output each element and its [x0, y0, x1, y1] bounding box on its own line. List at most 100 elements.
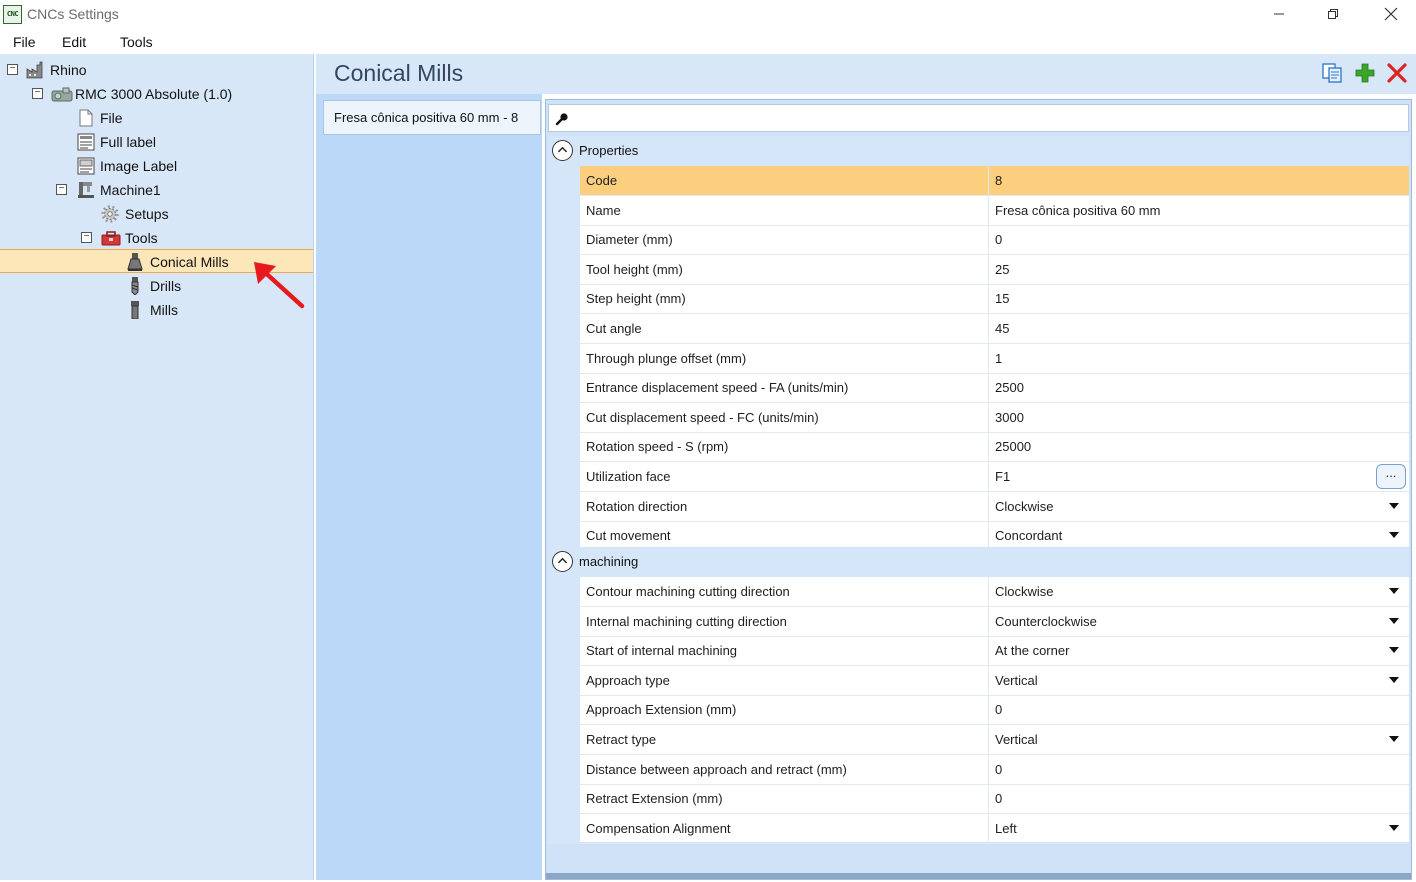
tree-item-full-label[interactable]: Full label: [0, 130, 300, 154]
property-row[interactable]: Entrance displacement speed - FA (units/…: [548, 373, 1409, 404]
property-value[interactable]: 3000: [989, 403, 1409, 433]
dropdown-arrow-icon[interactable]: [1389, 647, 1399, 654]
property-value[interactable]: At the corner: [989, 636, 1409, 667]
row-gutter: [548, 314, 580, 344]
property-row[interactable]: Rotation speed - S (rpm) 25000: [548, 432, 1409, 463]
page-title: Conical Mills: [334, 60, 464, 86]
collapse-icon[interactable]: −: [32, 88, 43, 99]
property-row[interactable]: Utilization face F1...: [548, 462, 1409, 492]
dropdown-arrow-icon[interactable]: [1389, 588, 1399, 594]
property-value[interactable]: Counterclockwise: [989, 607, 1409, 637]
property-value[interactable]: 1: [989, 344, 1409, 374]
menu-edit[interactable]: Edit: [62, 34, 86, 50]
property-value[interactable]: 25: [989, 255, 1409, 285]
tree-item-machine1[interactable]: − Machine1: [0, 178, 300, 202]
tree-item-file[interactable]: File: [0, 106, 300, 130]
property-value[interactable]: 0: [989, 755, 1409, 785]
dropdown-arrow-icon[interactable]: [1389, 532, 1399, 539]
property-value[interactable]: Vertical: [989, 725, 1409, 755]
property-value[interactable]: Clockwise: [989, 492, 1409, 522]
property-value[interactable]: 25000: [989, 432, 1409, 463]
menu-file[interactable]: File: [13, 34, 36, 50]
property-row[interactable]: Rotation direction Clockwise: [548, 491, 1409, 522]
property-value-text: F1: [995, 469, 1011, 484]
delete-icon[interactable]: [1385, 62, 1409, 84]
tree-item-rhino[interactable]: − Rhino: [0, 58, 300, 82]
property-value-text: 25000: [995, 439, 1032, 455]
row-gutter: [548, 754, 580, 785]
property-row[interactable]: Approach type Vertical: [548, 665, 1409, 696]
property-row[interactable]: Compensation Alignment Left: [548, 813, 1409, 844]
collapse-icon[interactable]: −: [81, 232, 92, 243]
property-value[interactable]: Left: [989, 814, 1409, 844]
category-properties[interactable]: Properties: [548, 136, 1409, 166]
dropdown-arrow-icon[interactable]: [1389, 736, 1399, 742]
property-name: Contour machining cutting direction: [580, 577, 989, 607]
property-name: Step height (mm): [580, 284, 989, 315]
annotation-arrow-icon: [254, 262, 305, 309]
property-row[interactable]: Distance between approach and retract (m…: [548, 754, 1409, 785]
ellipsis-button[interactable]: ...: [1376, 464, 1406, 489]
collapse-category-icon[interactable]: [552, 140, 573, 161]
collapse-icon[interactable]: −: [56, 184, 67, 195]
property-row[interactable]: Tool height (mm) 25: [548, 254, 1409, 285]
toolbox-icon: [101, 231, 121, 246]
property-value[interactable]: 0: [989, 784, 1409, 815]
tree-label-rmc: RMC 3000 Absolute (1.0): [75, 86, 233, 102]
property-name: Internal machining cutting direction: [580, 606, 989, 637]
property-row[interactable]: Retract Extension (mm) 0: [548, 784, 1409, 815]
tree-label-conical-mills: Conical Mills: [150, 254, 229, 270]
property-value[interactable]: F1...: [989, 462, 1409, 492]
add-icon[interactable]: [1353, 62, 1377, 84]
property-value[interactable]: 8: [989, 166, 1409, 196]
property-value-text: 1: [995, 350, 1003, 366]
factory-icon: [26, 61, 43, 79]
row-gutter: [548, 166, 580, 196]
property-row[interactable]: Cut displacement speed - FC (units/min) 3…: [548, 402, 1409, 433]
property-row[interactable]: Retract type Vertical: [548, 725, 1409, 755]
dropdown-arrow-icon[interactable]: [1389, 617, 1399, 624]
property-value[interactable]: 45: [989, 314, 1409, 344]
property-value[interactable]: Vertical: [989, 666, 1409, 696]
property-value[interactable]: 2500: [989, 373, 1409, 404]
search-input[interactable]: [548, 104, 1409, 132]
collapse-icon[interactable]: −: [7, 64, 18, 75]
tree-item-rmc[interactable]: − RMC 3000 Absolute (1.0): [0, 82, 300, 106]
property-row[interactable]: Cut angle 45: [548, 314, 1409, 344]
tree-item-tools[interactable]: − Tools: [0, 226, 300, 250]
dropdown-arrow-icon[interactable]: [1389, 502, 1399, 509]
property-row[interactable]: Contour machining cutting direction Clock…: [548, 577, 1409, 607]
list-item[interactable]: Fresa cônica positiva 60 mm - 8: [323, 100, 541, 135]
row-gutter: [548, 606, 580, 637]
property-value[interactable]: Clockwise: [989, 577, 1409, 607]
category-machining[interactable]: machining: [548, 547, 1409, 577]
property-row[interactable]: Through plunge offset (mm) 1: [548, 343, 1409, 374]
property-row[interactable]: Step height (mm) 15: [548, 284, 1409, 315]
drill-bit-icon: [131, 277, 139, 295]
property-row[interactable]: Name Fresa cônica positiva 60 mm: [548, 195, 1409, 226]
property-value[interactable]: 15: [989, 284, 1409, 315]
property-row[interactable]: Diameter (mm) 0: [548, 225, 1409, 256]
property-row[interactable]: Start of internal machining At the corner: [548, 636, 1409, 667]
tree-item-setups[interactable]: Setups: [0, 202, 300, 226]
property-value[interactable]: 0: [989, 225, 1409, 256]
menu-tools[interactable]: Tools: [120, 34, 153, 50]
close-button[interactable]: [1368, 0, 1414, 30]
copy-icon[interactable]: [1321, 62, 1345, 84]
property-value[interactable]: Fresa cônica positiva 60 mm: [989, 196, 1409, 226]
property-value-text: Left: [995, 820, 1017, 836]
conical-mill-icon: [127, 253, 143, 271]
collapse-category-icon[interactable]: [552, 551, 573, 572]
property-row[interactable]: Approach Extension (mm) 0: [548, 695, 1409, 726]
minimize-button[interactable]: [1256, 0, 1302, 30]
property-name: Retract type: [580, 725, 989, 755]
property-name: Code: [580, 166, 989, 196]
grid-footer: [546, 873, 1411, 879]
property-row[interactable]: Internal machining cutting direction Coun…: [548, 606, 1409, 637]
property-row[interactable]: Code 8: [548, 166, 1409, 196]
restore-button[interactable]: [1310, 0, 1356, 30]
dropdown-arrow-icon[interactable]: [1389, 824, 1399, 831]
dropdown-arrow-icon[interactable]: [1389, 676, 1399, 683]
property-value[interactable]: 0: [989, 695, 1409, 726]
tree-item-image-label[interactable]: Image Label: [0, 154, 300, 178]
